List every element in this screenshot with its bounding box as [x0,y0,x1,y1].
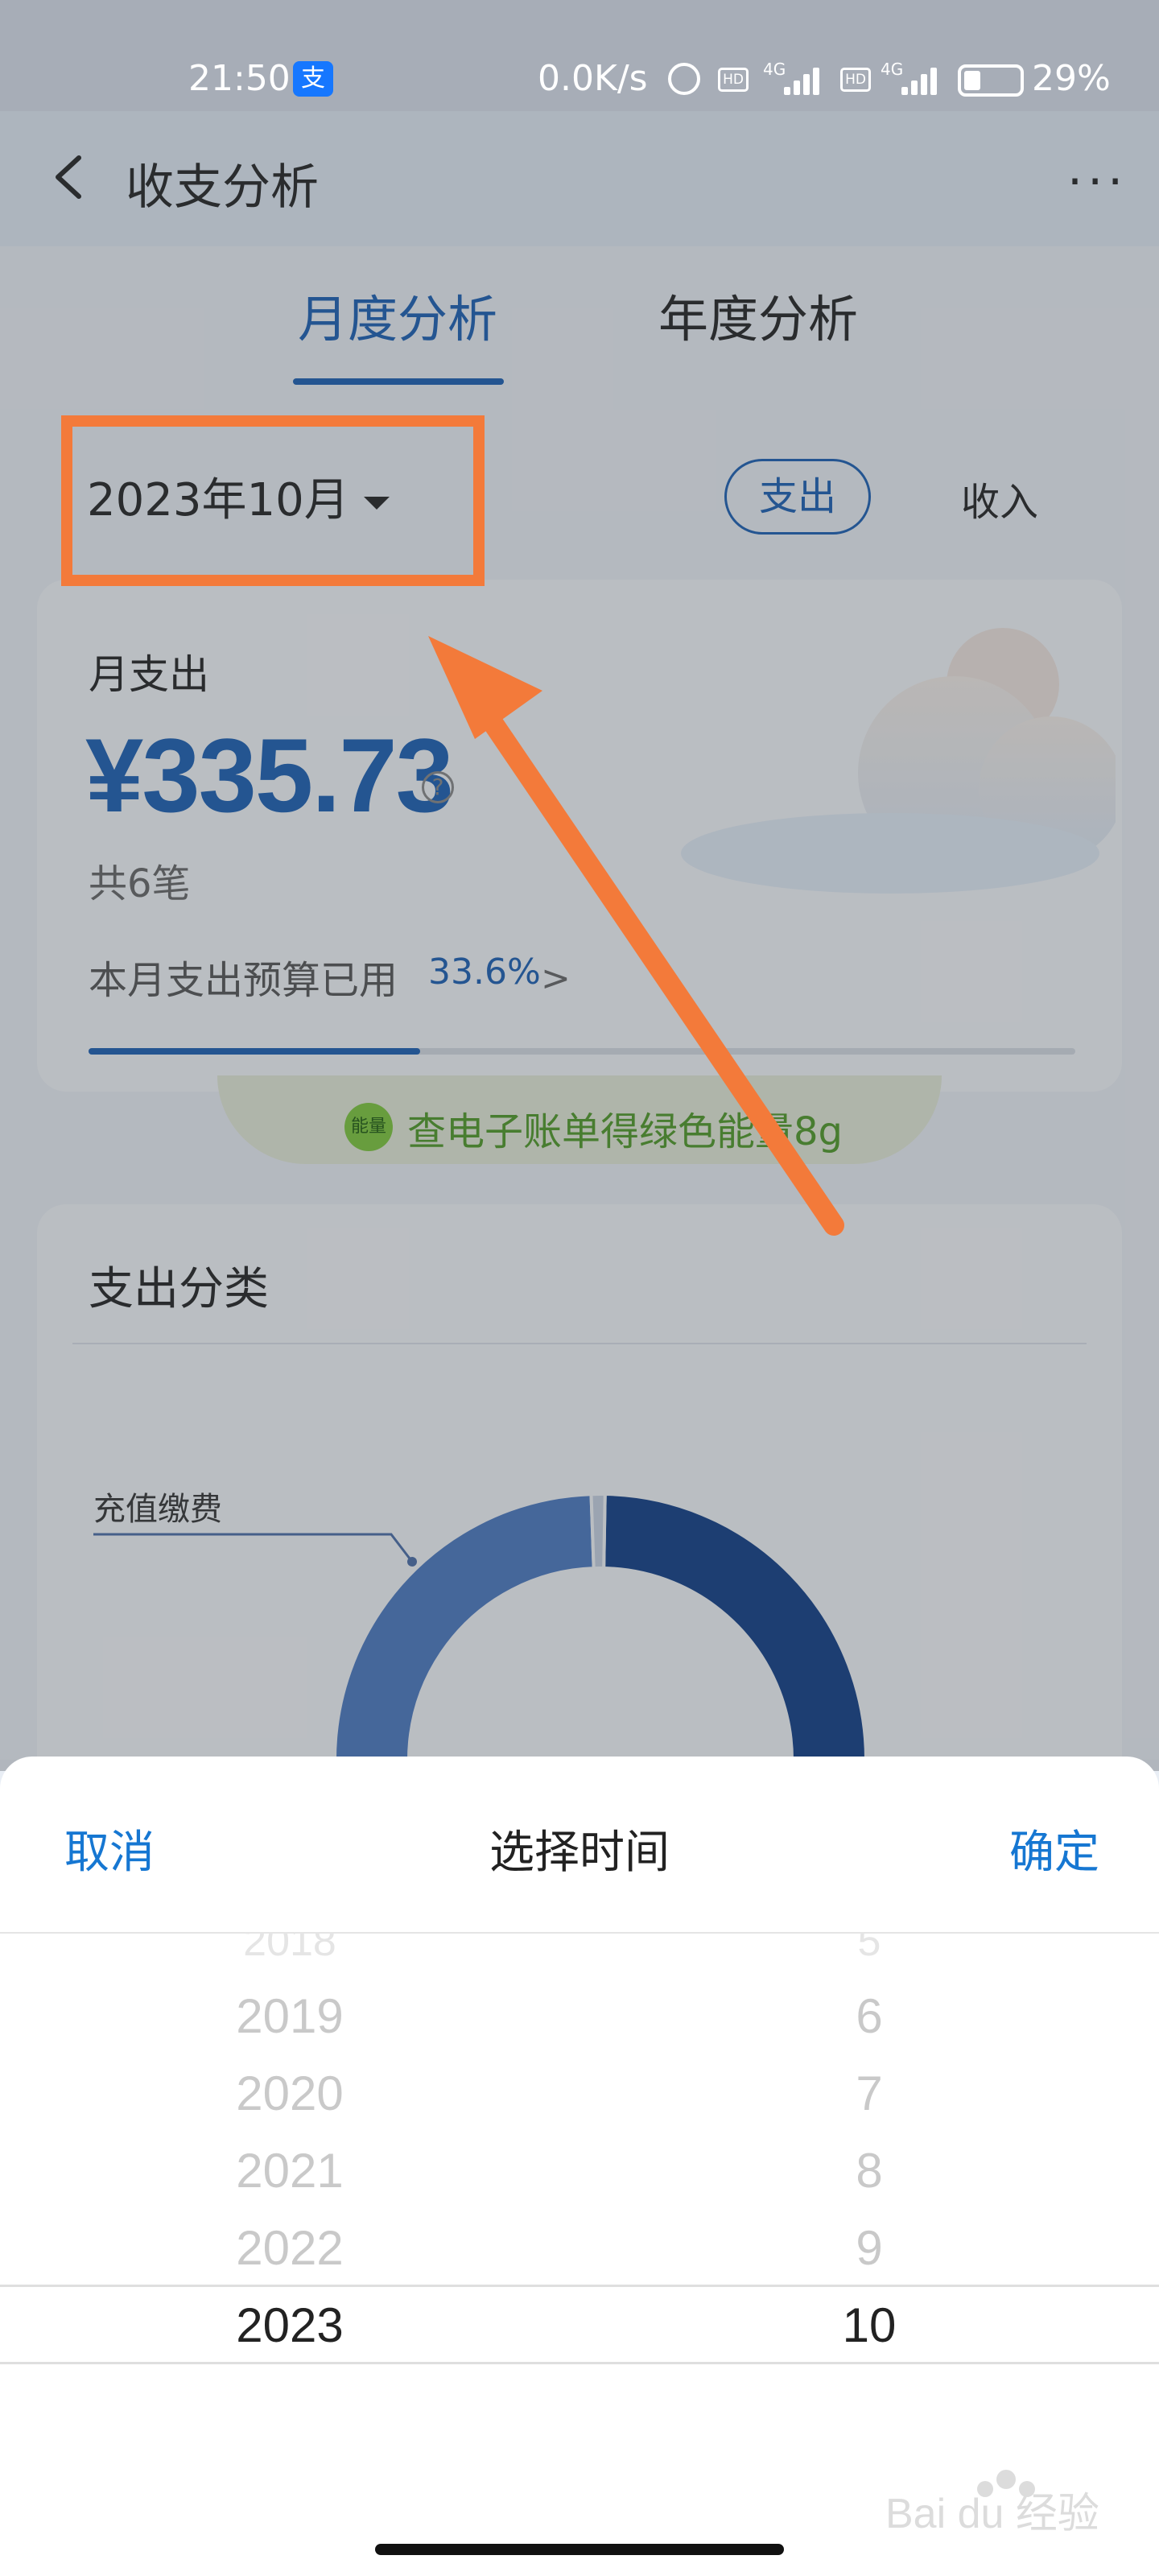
svg-text:Bai du 经验: Bai du 经验 [885,2491,1099,2537]
monthly-expense-amount: ¥335.73 [85,716,454,834]
home-indicator [375,2544,784,2555]
back-arrow-icon[interactable] [48,155,93,200]
year-option[interactable]: 2019 [129,1988,451,2044]
selection-line-bottom [0,2362,1159,2364]
picker-title: 选择时间 [489,1827,670,1879]
month-option[interactable]: 8 [708,2143,1030,2198]
income-toggle-button[interactable]: 收入 [961,470,1038,526]
transaction-count: 共6笔 [89,861,191,906]
chevron-right-icon[interactable]: > [541,958,571,999]
baidu-watermark-logo: Bai du 经验 [885,2470,1099,2537]
active-tab-indicator [293,378,504,385]
confirm-button[interactable]: 确定 [1009,1816,1099,1881]
highlight-box [61,415,485,586]
battery-percentage: 29% [1032,58,1111,99]
energy-leaf-icon: 能量 [344,1103,393,1151]
expense-toggle-button[interactable]: 支出 [724,459,871,535]
year-option[interactable]: 2022 [129,2220,451,2276]
budget-used-percent[interactable]: 33.6% [428,952,541,993]
cloud-illustration [681,628,1116,894]
budget-used-label[interactable]: 本月支出预算已用 [89,948,398,1005]
selection-line-top [0,2285,1159,2287]
month-option-selected[interactable]: 10 [708,2297,1030,2353]
page-title: 收支分析 [126,159,319,216]
month-option[interactable]: 7 [708,2066,1030,2121]
energy-banner-text[interactable]: 查电子账单得绿色能量8g [407,1100,843,1156]
budget-progress-fill [89,1048,420,1055]
status-bar: 21:50 支 0.0K/s HD 4G HD 4G 29% [0,0,1159,111]
battery-icon [958,64,1024,97]
more-options-icon[interactable]: ··· [1067,158,1128,206]
signal-bars-icon [898,66,945,95]
help-icon[interactable]: ? [422,771,454,803]
monthly-expense-label: 月支出 [89,651,209,698]
month-option[interactable]: 5 [708,1934,1030,1966]
year-option[interactable]: 2021 [129,2143,451,2198]
signal-bars-icon [781,66,827,95]
hd-icon: HD [718,68,749,92]
nav-bar: 收支分析 ··· [0,111,1159,246]
donut-segment [589,1492,607,1571]
category-callout-label: 充值缴费 [93,1491,222,1528]
tab-monthly-analysis[interactable]: 月度分析 [298,279,497,351]
category-section-title: 支出分类 [89,1263,269,1315]
month-option[interactable]: 9 [708,2220,1030,2276]
alipay-notification-icon: 支 [293,61,333,97]
month-wheel[interactable]: 5 6 7 8 9 10 [708,1934,1030,2384]
tab-yearly-analysis[interactable]: 年度分析 [658,279,858,351]
network-speed: 0.0K/s [538,58,648,99]
status-time: 21:50 [188,58,291,99]
analysis-tabs: 月度分析 年度分析 [0,246,1159,391]
alarm-icon [668,63,700,95]
hd-icon: HD [840,68,871,92]
year-wheel[interactable]: 2018 2019 2020 2021 2022 2023 [129,1934,451,2384]
monthly-expense-card: 月支出 ¥335.73 ? 共6笔 本月支出预算已用 33.6% > [37,580,1122,1092]
section-divider [72,1343,1087,1344]
month-option[interactable]: 6 [708,1988,1030,2044]
budget-progress-bar [89,1048,1075,1055]
expense-category-card: 支出分类 充值缴费 [37,1204,1122,1816]
year-option-selected[interactable]: 2023 [129,2297,451,2353]
year-option[interactable]: 2020 [129,2066,451,2121]
year-option[interactable]: 2018 [129,1934,451,1966]
